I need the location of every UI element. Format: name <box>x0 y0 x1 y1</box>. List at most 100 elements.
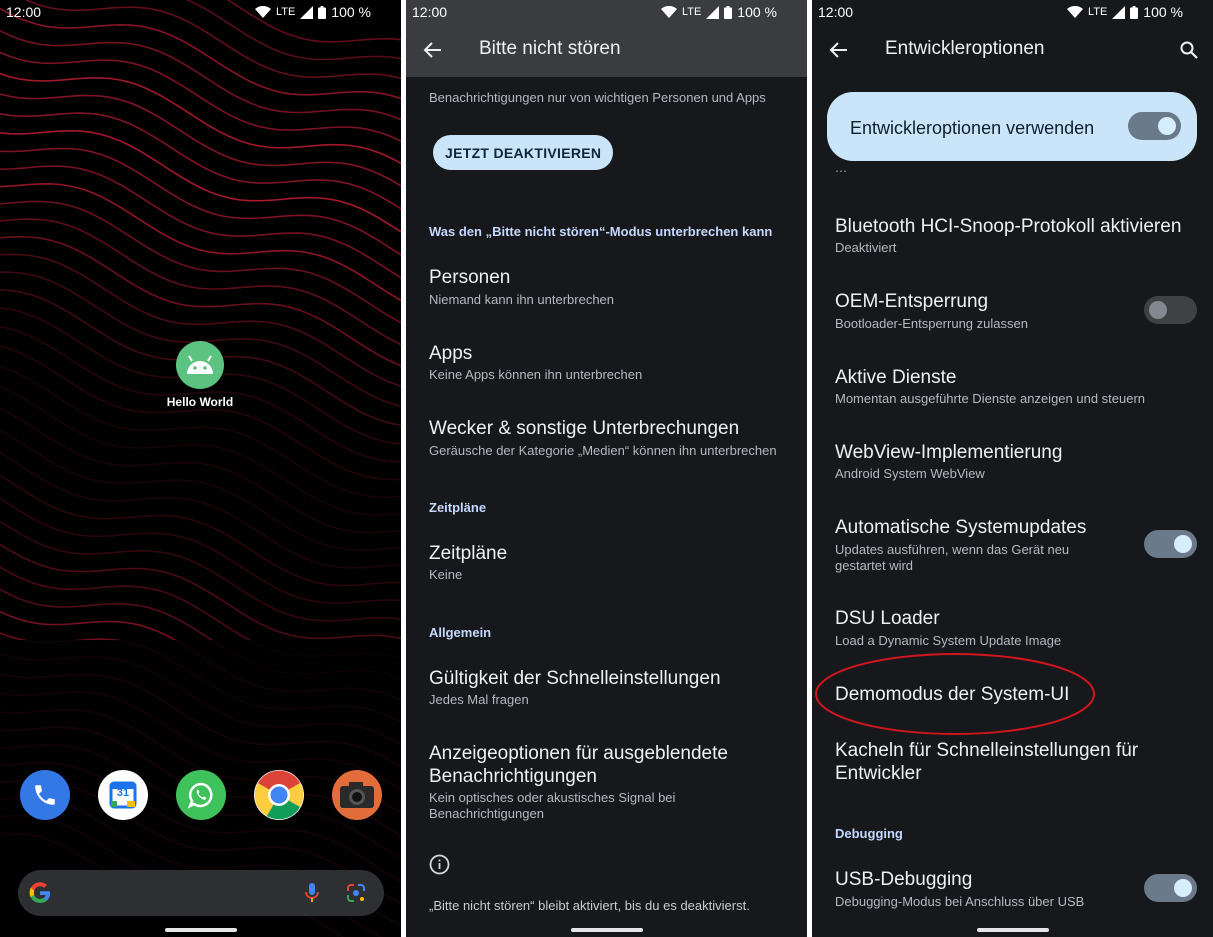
setting-title-line1: Anzeigeoptionen für ausgeblendete <box>429 743 728 764</box>
setting-summary: Bootloader-Entsperrung zulassen <box>835 316 1028 331</box>
setting-title: Apps <box>429 343 473 364</box>
status-time: 12:00 <box>412 4 448 20</box>
app-dock: 31 <box>20 770 382 820</box>
setting-title: Zeitpläne <box>429 543 508 564</box>
battery-level: 100 % <box>1143 4 1183 20</box>
page-title: Entwickleroptionen <box>885 38 1045 59</box>
search-icon[interactable] <box>1179 40 1199 60</box>
setting-title: Wecker & sonstige Unterbrechungen <box>429 418 740 439</box>
android-icon <box>176 341 224 389</box>
setting-title: USB-Debugging <box>835 869 973 890</box>
whatsapp-icon[interactable] <box>176 770 226 820</box>
setting-summary: Load a Dynamic System Update Image <box>835 633 1062 648</box>
setting-summary-line2: gestartet wird <box>835 558 914 573</box>
setting-summary: Debugging-Modus bei Anschluss über USB <box>835 894 1085 909</box>
page-title: Bitte nicht stören <box>479 38 621 59</box>
setting-title: Gültigkeit der Schnelleinstellungen <box>429 668 721 689</box>
wallpaper-wave <box>0 29 401 121</box>
gesture-nav-bar[interactable] <box>976 928 1049 932</box>
calendar-day: 31 <box>116 787 130 799</box>
master-switch-toggle[interactable] <box>1128 112 1181 140</box>
clipped-summary: ⋯ <box>835 164 847 178</box>
network-type: LTE <box>1087 6 1108 18</box>
setting-title: WebView-Implementierung <box>835 442 1063 463</box>
status-bar: 12:00 LTE 100 % <box>0 0 401 24</box>
wifi-icon <box>1066 6 1083 18</box>
info-icon <box>429 854 450 875</box>
section-header-debugging: Debugging <box>835 826 903 841</box>
setting-title: Demomodus der System-UI <box>835 684 1070 705</box>
wallpaper-wave <box>0 451 401 569</box>
toggle-knob <box>1149 301 1167 319</box>
wifi-icon <box>254 6 271 18</box>
wallpaper-wave <box>0 93 401 187</box>
status-time: 12:00 <box>6 4 42 20</box>
signal-icon <box>300 5 314 19</box>
deactivate-now-button[interactable]: JETZT DEAKTIVIEREN <box>433 135 614 170</box>
setting-title-line2: Entwickler <box>835 763 922 784</box>
setting-summary: Deaktiviert <box>835 240 897 255</box>
chrome-icon[interactable] <box>254 770 304 820</box>
gesture-nav-bar[interactable] <box>570 928 643 932</box>
setting-title: Automatische Systemupdates <box>835 517 1087 538</box>
setting-title: DSU Loader <box>835 608 940 629</box>
status-time: 12:00 <box>818 4 854 20</box>
network-type: LTE <box>681 6 702 18</box>
auto-updates-toggle[interactable] <box>1144 530 1197 558</box>
network-type: LTE <box>275 6 296 18</box>
oem-unlock-toggle[interactable] <box>1144 296 1197 324</box>
setting-summary: Keine Apps können ihn unterbrechen <box>429 367 643 382</box>
usb-debugging-toggle[interactable] <box>1144 874 1197 902</box>
developer-options-screen: 12:00 LTE 100 % Entwickleroptionen Entwi… <box>812 0 1213 937</box>
section-header-schedules: Zeitpläne <box>429 500 487 515</box>
use-developer-options-switch-bar[interactable]: Entwickleroptionen verwenden <box>827 92 1197 161</box>
setting-summary: Momentan ausgeführte Dienste anzeigen un… <box>835 391 1146 406</box>
google-g-icon <box>29 882 50 903</box>
battery-icon <box>318 5 327 19</box>
section-header-general: Allgemein <box>429 625 492 640</box>
camera-icon[interactable] <box>332 770 382 820</box>
setting-title: OEM-Entsperrung <box>835 291 989 312</box>
status-bar: 12:00 LTE 100 % <box>406 0 807 24</box>
master-switch-label: Entwickleroptionen verwenden <box>850 118 1095 138</box>
setting-title-line2: Benachrichtigungen <box>429 766 597 787</box>
setting-title: Aktive Dienste <box>835 367 957 388</box>
back-arrow-icon[interactable] <box>829 40 849 60</box>
gesture-nav-bar[interactable] <box>164 928 237 932</box>
setting-summary: Geräusche der Kategorie „Medien“ können … <box>429 443 777 458</box>
setting-title-line1: Kacheln für Schnelleinstellungen für <box>835 740 1139 761</box>
setting-summary-line1: Kein optisches oder akustisches Signal b… <box>429 790 676 805</box>
dnd-footer-note: „Bitte nicht stören“ bleibt aktiviert, b… <box>429 898 750 913</box>
signal-icon <box>706 5 720 19</box>
battery-level: 100 % <box>331 4 371 20</box>
calendar-icon[interactable]: 31 <box>98 770 148 820</box>
toggle-knob <box>1174 535 1192 553</box>
toggle-knob <box>1174 879 1192 897</box>
section-header-interrupt: Was den „Bitte nicht stören“-Modus unter… <box>429 224 773 239</box>
google-search-bar[interactable] <box>18 870 384 916</box>
setting-summary: Keine <box>429 567 463 582</box>
setting-summary-line1: Updates ausführen, wenn das Gerät neu <box>835 542 1070 557</box>
google-lens-icon[interactable] <box>346 883 366 903</box>
wifi-icon <box>660 6 677 18</box>
setting-title: Bluetooth HCI-Snoop-Protokoll aktivieren <box>835 216 1182 237</box>
setting-summary-line2: Benachrichtigungen <box>429 806 544 821</box>
app-label: Hello World <box>166 395 234 409</box>
setting-summary: Niemand kann ihn unterbrechen <box>429 292 615 307</box>
home-screen: 12:00 LTE 100 % Hello World 31 <box>0 0 401 937</box>
back-arrow-icon[interactable] <box>423 40 443 60</box>
dnd-subtitle: Benachrichtigungen nur von wichtigen Per… <box>429 90 766 105</box>
battery-icon <box>724 5 733 19</box>
status-bar: 12:00 LTE 100 % <box>812 0 1213 24</box>
battery-icon <box>1130 5 1139 19</box>
phone-icon[interactable] <box>20 770 70 820</box>
setting-title: Personen <box>429 267 511 288</box>
hello-world-app[interactable]: Hello World <box>167 341 233 409</box>
signal-icon <box>1112 5 1126 19</box>
microphone-icon[interactable] <box>305 883 319 903</box>
toggle-knob <box>1158 117 1176 135</box>
wallpaper-wave <box>0 218 401 346</box>
setting-summary: Android System WebView <box>835 466 985 481</box>
setting-summary: Jedes Mal fragen <box>429 692 529 707</box>
wallpaper-wave <box>0 72 401 165</box>
